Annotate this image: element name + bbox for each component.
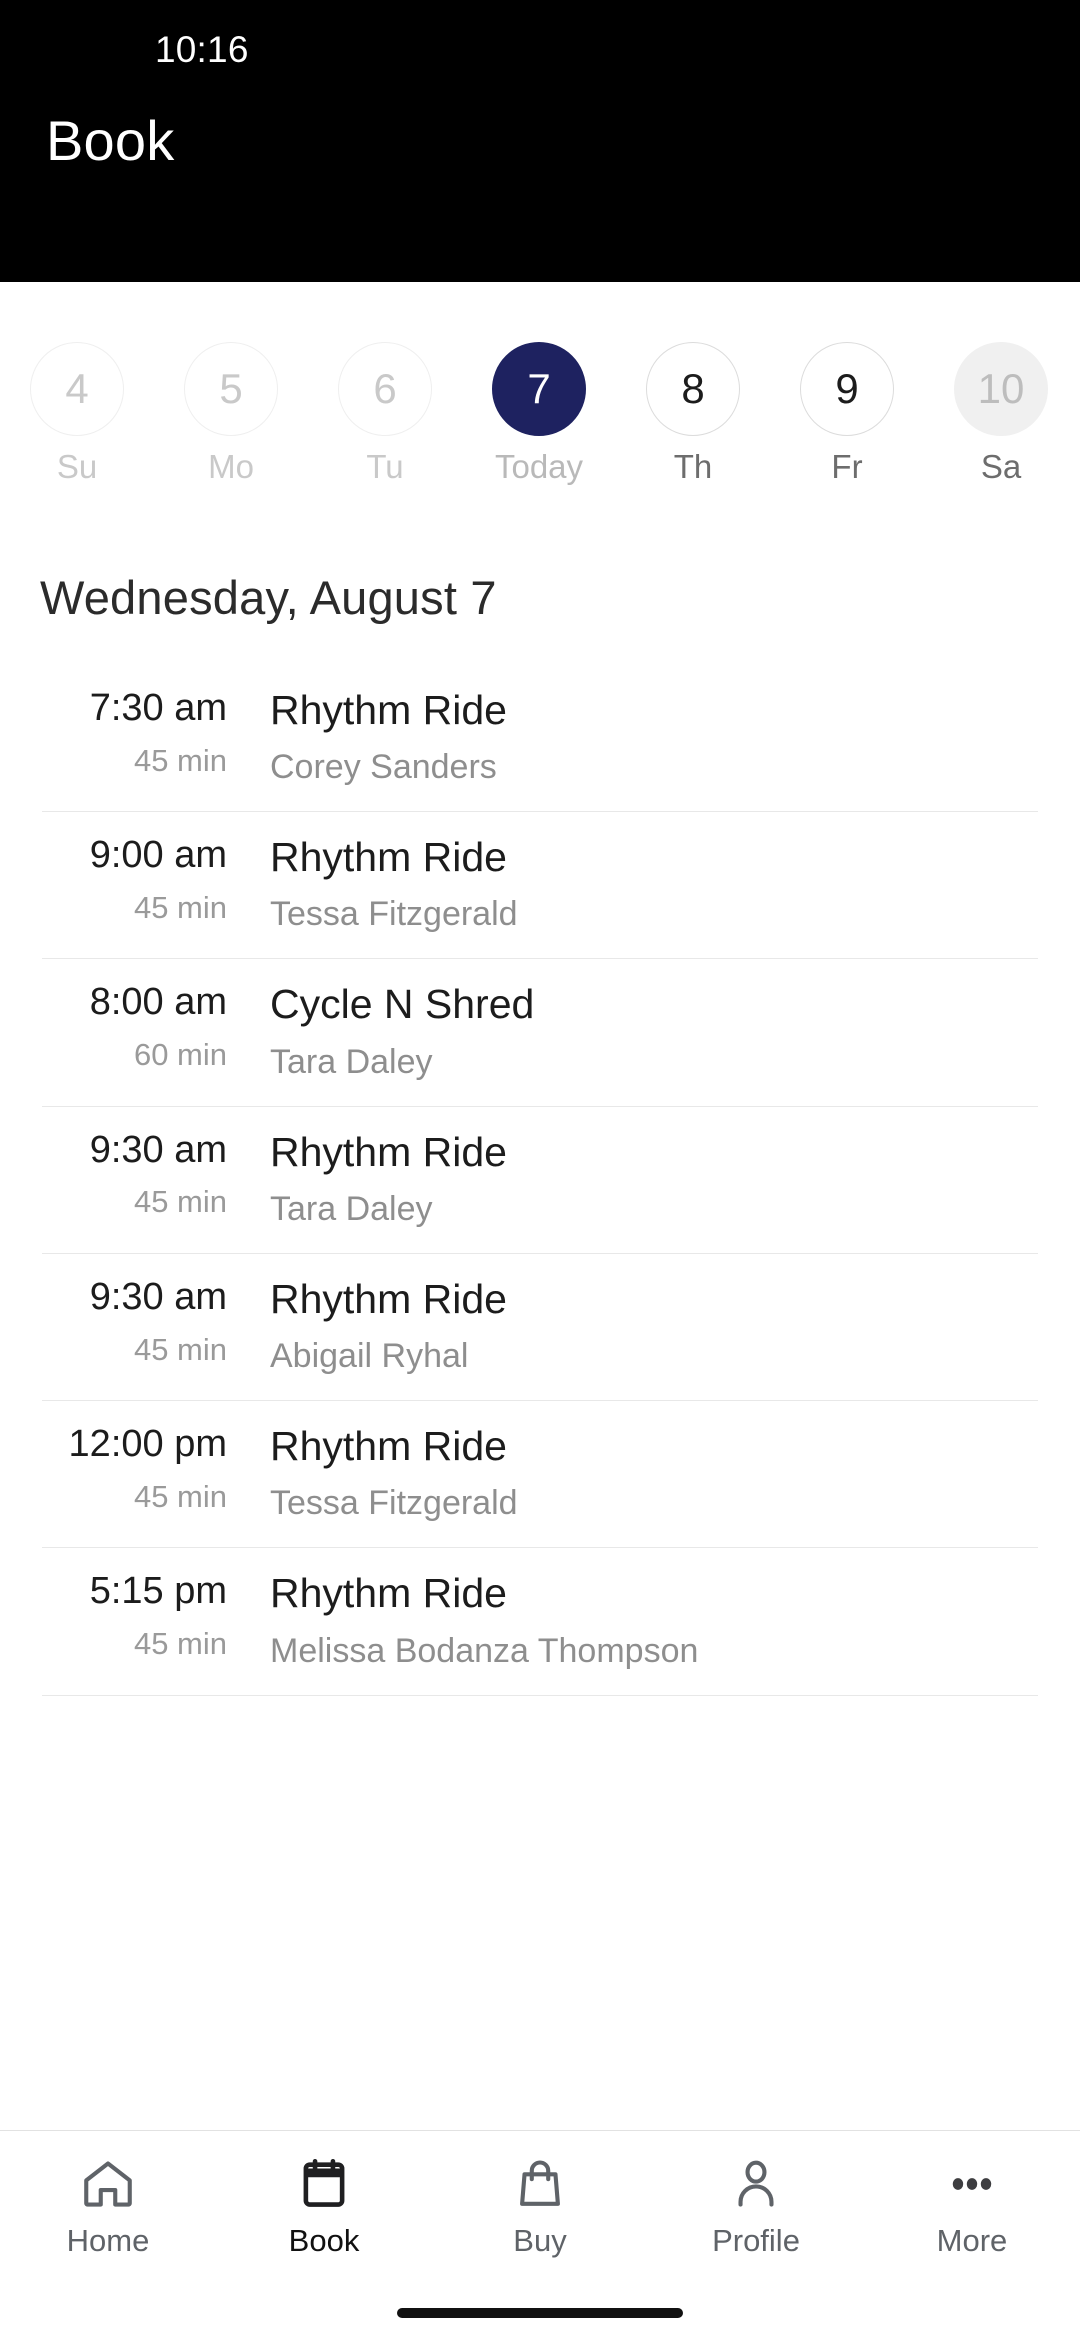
- class-time: 7:30 am: [89, 687, 227, 729]
- shopping-bag-icon: [511, 2153, 569, 2215]
- person-icon: [727, 2153, 785, 2215]
- class-instructor: Tessa Fitzgerald: [270, 895, 518, 934]
- class-duration: 45 min: [133, 742, 227, 778]
- class-duration: 60 min: [133, 1037, 227, 1073]
- class-duration: 45 min: [133, 1626, 227, 1662]
- class-info-block: Rhythm Ride Tara Daley: [227, 1129, 507, 1229]
- nav-label: Book: [288, 2223, 360, 2258]
- home-indicator: [397, 2308, 683, 2318]
- class-info-block: Rhythm Ride Tessa Fitzgerald: [227, 1423, 518, 1523]
- date-weekday-label: Fr: [831, 448, 863, 485]
- nav-item-home[interactable]: Home: [0, 2153, 216, 2256]
- class-name: Rhythm Ride: [270, 1275, 507, 1322]
- app-header: 10:16 Book: [0, 0, 1080, 282]
- nav-label: More: [936, 2223, 1008, 2258]
- class-row[interactable]: 5:15 pm 45 min Rhythm Ride Melissa Bodan…: [42, 1548, 1038, 1696]
- date-option-4[interactable]: 4 Su: [0, 342, 154, 483]
- home-icon: [79, 2153, 137, 2215]
- class-row[interactable]: 9:00 am 45 min Rhythm Ride Tessa Fitzger…: [42, 812, 1038, 960]
- class-instructor: Melissa Bodanza Thompson: [270, 1631, 699, 1670]
- date-option-6[interactable]: 6 Tu: [308, 342, 462, 483]
- calendar-icon: [295, 2153, 353, 2215]
- date-option-9[interactable]: 9 Fr: [770, 342, 924, 483]
- class-name: Rhythm Ride: [270, 687, 507, 733]
- bottom-navigation-bar: Home Book Buy Profile More: [0, 2130, 1080, 2340]
- class-time-block: 12:00 pm 45 min: [42, 1423, 227, 1514]
- date-number: 4: [30, 342, 124, 436]
- class-info-block: Rhythm Ride Melissa Bodanza Thompson: [227, 1570, 698, 1670]
- class-time: 9:30 am: [89, 1128, 227, 1171]
- class-name: Rhythm Ride: [270, 1128, 507, 1175]
- class-instructor: Tara Daley: [270, 1189, 433, 1228]
- class-name: Cycle N Shred: [270, 981, 535, 1028]
- date-weekday-label: Th: [673, 448, 713, 485]
- class-info-block: Cycle N Shred Tara Daley: [227, 981, 534, 1081]
- date-number: 5: [184, 342, 278, 436]
- class-name: Rhythm Ride: [270, 834, 507, 881]
- class-time: 5:15 pm: [89, 1570, 227, 1613]
- class-duration: 45 min: [133, 1184, 227, 1220]
- class-instructor: Tessa Fitzgerald: [270, 1484, 518, 1523]
- class-row[interactable]: 7:30 am 45 min Rhythm Ride Corey Sanders: [42, 665, 1038, 813]
- class-instructor: Corey Sanders: [270, 748, 497, 787]
- class-duration: 45 min: [133, 1478, 227, 1514]
- date-option-5[interactable]: 5 Mo: [154, 342, 308, 483]
- nav-item-buy[interactable]: Buy: [432, 2153, 648, 2256]
- nav-item-profile[interactable]: Profile: [648, 2153, 864, 2256]
- selected-date-heading: Wednesday, August 7: [40, 571, 497, 624]
- class-time: 8:00 am: [89, 981, 227, 1024]
- date-number: 6: [338, 342, 432, 436]
- class-info-block: Rhythm Ride Abigail Ryhal: [227, 1276, 507, 1376]
- class-time-block: 9:30 am 45 min: [42, 1129, 227, 1220]
- date-option-8[interactable]: 8 Th: [616, 342, 770, 483]
- date-weekday-label: Tu: [366, 448, 404, 485]
- class-time-block: 5:15 pm 45 min: [42, 1570, 227, 1661]
- class-duration: 45 min: [133, 889, 227, 925]
- date-option-10[interactable]: 10 Sa: [924, 342, 1078, 483]
- nav-item-more[interactable]: More: [864, 2153, 1080, 2256]
- date-number: 9: [800, 342, 894, 436]
- class-row[interactable]: 12:00 pm 45 min Rhythm Ride Tessa Fitzge…: [42, 1401, 1038, 1549]
- status-bar: 10:16: [0, 0, 1080, 100]
- nav-label: Profile: [712, 2223, 800, 2258]
- class-info-block: Rhythm Ride Tessa Fitzgerald: [227, 834, 518, 934]
- nav-label: Home: [66, 2223, 150, 2258]
- class-row[interactable]: 8:00 am 60 min Cycle N Shred Tara Daley: [42, 959, 1038, 1107]
- date-number: 7: [492, 342, 586, 436]
- class-time: 9:30 am: [89, 1275, 227, 1318]
- date-weekday-label: Sa: [980, 448, 1022, 485]
- class-time-block: 9:30 am 45 min: [42, 1276, 227, 1367]
- class-row[interactable]: 9:30 am 45 min Rhythm Ride Tara Daley: [42, 1107, 1038, 1254]
- class-row[interactable]: 9:30 am 45 min Rhythm Ride Abigail Ryhal: [42, 1254, 1038, 1402]
- date-weekday-label: Su: [56, 448, 98, 485]
- class-instructor: Tara Daley: [270, 1042, 433, 1081]
- date-number: 10: [954, 342, 1048, 436]
- class-time: 12:00 pm: [68, 1423, 227, 1466]
- class-name: Rhythm Ride: [270, 1423, 507, 1470]
- class-time-block: 9:00 am 45 min: [42, 834, 227, 925]
- class-time: 9:00 am: [89, 834, 227, 877]
- class-time-block: 7:30 am 45 min: [42, 687, 227, 778]
- class-name: Rhythm Ride: [270, 1570, 507, 1617]
- date-weekday-label: Today: [494, 448, 584, 485]
- date-number: 8: [646, 342, 740, 436]
- date-weekday-label: Mo: [208, 448, 254, 485]
- class-duration: 45 min: [133, 1331, 227, 1367]
- class-schedule-list: 7:30 am 45 min Rhythm Ride Corey Sanders…: [0, 665, 1080, 2130]
- nav-item-book[interactable]: Book: [216, 2153, 432, 2256]
- status-bar-time: 10:16: [155, 29, 249, 70]
- page-title: Book: [46, 109, 175, 172]
- nav-label: Buy: [513, 2223, 567, 2258]
- app-screen: 10:16 Book 4 Su 5 Mo 6 Tu 7 Today 8 Th 9…: [0, 0, 1080, 2340]
- date-selector[interactable]: 4 Su 5 Mo 6 Tu 7 Today 8 Th 9 Fr 10 Sa: [0, 282, 1080, 522]
- class-time-block: 8:00 am 60 min: [42, 981, 227, 1072]
- ellipsis-icon: [943, 2153, 1001, 2215]
- date-option-7-today[interactable]: 7 Today: [462, 342, 616, 483]
- class-instructor: Abigail Ryhal: [270, 1337, 469, 1376]
- class-info-block: Rhythm Ride Corey Sanders: [227, 687, 507, 787]
